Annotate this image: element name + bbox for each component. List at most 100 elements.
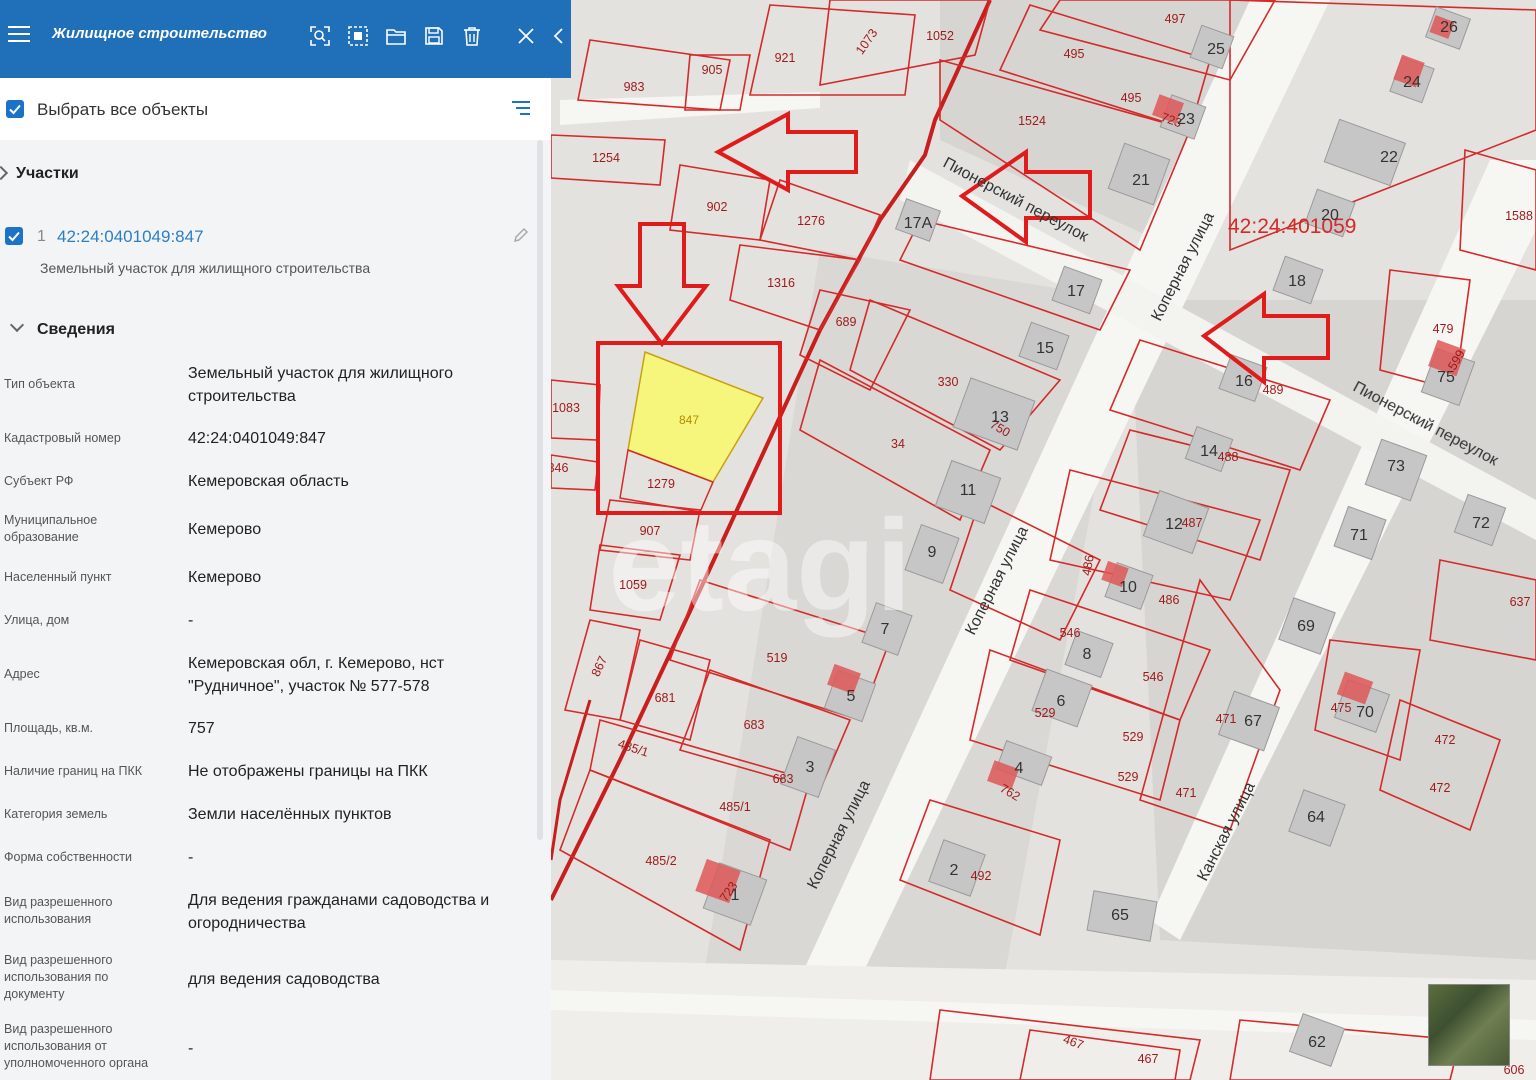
building-number: 8 (1083, 646, 1092, 663)
parcel-label: 546 (1060, 626, 1081, 640)
parcel-label: 471 (1216, 712, 1237, 726)
parcel-label: 683 (773, 772, 794, 786)
collapse-chevron-left-icon[interactable] (551, 25, 567, 47)
parcel-label: 472 (1435, 733, 1456, 747)
check-icon (8, 231, 20, 242)
folder-open-icon[interactable] (385, 25, 407, 47)
building-number: 7 (881, 621, 890, 638)
info-row-value: 42:24:0401049:847 (188, 430, 326, 447)
sort-filter-icon[interactable] (512, 100, 532, 116)
parcel-label: 497 (1165, 12, 1186, 26)
parcel-label: 495 (1064, 47, 1085, 61)
building-number: 62 (1308, 1034, 1326, 1051)
info-row-value: - (188, 849, 194, 866)
info-row: Вид разрешенного использования Для веден… (0, 889, 540, 939)
info-row-key: Муниципальное образование (4, 513, 98, 544)
info-row: Наличие границ на ПКК Не отображены гран… (0, 760, 540, 784)
parcels-section-title[interactable]: Участки (16, 165, 79, 183)
info-panel: Выбрать все объекты Участки 1 42:24:0401… (0, 0, 551, 1080)
trash-icon[interactable] (461, 25, 483, 47)
info-row-key: Форма собственности (4, 850, 132, 864)
parcel-label: 546 (1143, 670, 1164, 684)
edit-pencil-icon[interactable] (512, 226, 530, 244)
save-icon[interactable] (423, 25, 445, 47)
select-all-checkbox[interactable] (6, 100, 24, 118)
panel-header: Жилищное строительство (0, 0, 571, 78)
info-row: Улица, дом - (0, 609, 540, 633)
building-number: 69 (1297, 618, 1315, 635)
parcel-label: 472 (1430, 781, 1451, 795)
info-row-value: Земли населённых пунктов (188, 806, 392, 823)
building-number: 1 (731, 887, 740, 904)
info-row-key: Тип объекта (4, 377, 75, 391)
building-number: 75 (1437, 369, 1455, 386)
building-number: 9 (928, 544, 937, 561)
info-row-value: Не отображены границы на ПКК (188, 763, 428, 780)
building-number: 13 (991, 409, 1009, 426)
parcel-label: 485/1 (719, 800, 750, 814)
info-row-key: Площадь, кв.м. (4, 721, 94, 735)
building-number: 18 (1288, 273, 1306, 290)
check-icon (9, 104, 21, 115)
info-row-value: - (188, 612, 194, 629)
parcel-label: 330 (938, 375, 959, 389)
info-row: Тип объекта Земельный участок для жилищн… (0, 362, 540, 412)
close-icon[interactable] (515, 25, 537, 47)
building-number: 5 (847, 688, 856, 705)
building-number: 10 (1119, 579, 1137, 596)
info-row-key: Категория земель (4, 807, 108, 821)
parcel-label: 637 (1510, 595, 1531, 609)
info-row-value: Кемеровская обл, г. Кемерово, нст "Рудни… (188, 655, 445, 695)
building-number: 20 (1321, 207, 1339, 224)
parcel-label: 1254 (592, 151, 620, 165)
building-number: 4 (1015, 760, 1024, 777)
info-row: Площадь, кв.м. 757 (0, 717, 540, 741)
info-row: Форма собственности - (0, 846, 540, 870)
parcel-checkbox[interactable] (5, 227, 23, 245)
info-row: Населенный пункт Кемерово (0, 566, 540, 590)
info-row-key: Кадастровый номер (4, 431, 121, 445)
parcel-label: 34 (891, 437, 905, 451)
building-number: 72 (1472, 515, 1490, 532)
parcel-label: 1588 (1505, 209, 1533, 223)
panel-scrollbar[interactable] (537, 140, 543, 840)
parcel-label: 921 (775, 51, 796, 65)
hamburger-menu-icon[interactable] (8, 26, 30, 44)
info-row-value: 757 (188, 720, 215, 737)
building-number: 21 (1132, 172, 1150, 189)
parcel-label: 983 (624, 80, 645, 94)
building-number: 23 (1177, 111, 1195, 128)
info-row-value: Для ведения гражданами садоводства и ого… (188, 892, 490, 932)
chevron-right-icon[interactable] (0, 165, 9, 181)
parcel-label: 681 (655, 691, 676, 705)
info-row: Адрес Кемеровская обл, г. Кемерово, нст … (0, 652, 540, 702)
parcel-label: 495 (1121, 91, 1142, 105)
building-number: 15 (1036, 340, 1054, 357)
parcel-label: 467 (1138, 1052, 1159, 1066)
building-number: 24 (1403, 74, 1421, 91)
parcel-label: 1524 (1018, 114, 1046, 128)
parcel-index: 1 (37, 228, 46, 245)
select-all-label: Выбрать все объекты (37, 100, 209, 119)
satellite-layer-thumbnail[interactable] (1428, 984, 1510, 1066)
panel-title: Жилищное строительство (52, 25, 267, 42)
info-row-value: Кемеровская область (188, 473, 349, 490)
parcel-label: 471 (1176, 786, 1197, 800)
parcel-label: 1276 (797, 214, 825, 228)
parcel-label: 1083 (552, 401, 580, 415)
select-area-icon[interactable] (347, 25, 369, 47)
parcel-description: Земельный участок для жилищного строител… (40, 260, 371, 276)
zoom-to-object-icon[interactable] (309, 25, 331, 47)
info-row-value: Земельный участок для жилищного строител… (188, 365, 454, 405)
chevron-down-icon[interactable] (9, 317, 25, 333)
parcel-label: 488 (1218, 450, 1239, 464)
parcel-number-link[interactable]: 42:24:0401049:847 (57, 227, 204, 247)
parcel-label: 902 (707, 200, 728, 214)
parcel-label: 487 (1182, 516, 1203, 530)
watermark: etagi (608, 492, 911, 638)
parcel-label: 519 (767, 651, 788, 665)
info-section-title[interactable]: Сведения (37, 321, 115, 339)
info-row: Вид разрешенного использования от уполно… (0, 1021, 540, 1075)
info-row-value: Кемерово (188, 521, 262, 538)
info-row-key: Вид разрешенного использования (4, 895, 113, 926)
